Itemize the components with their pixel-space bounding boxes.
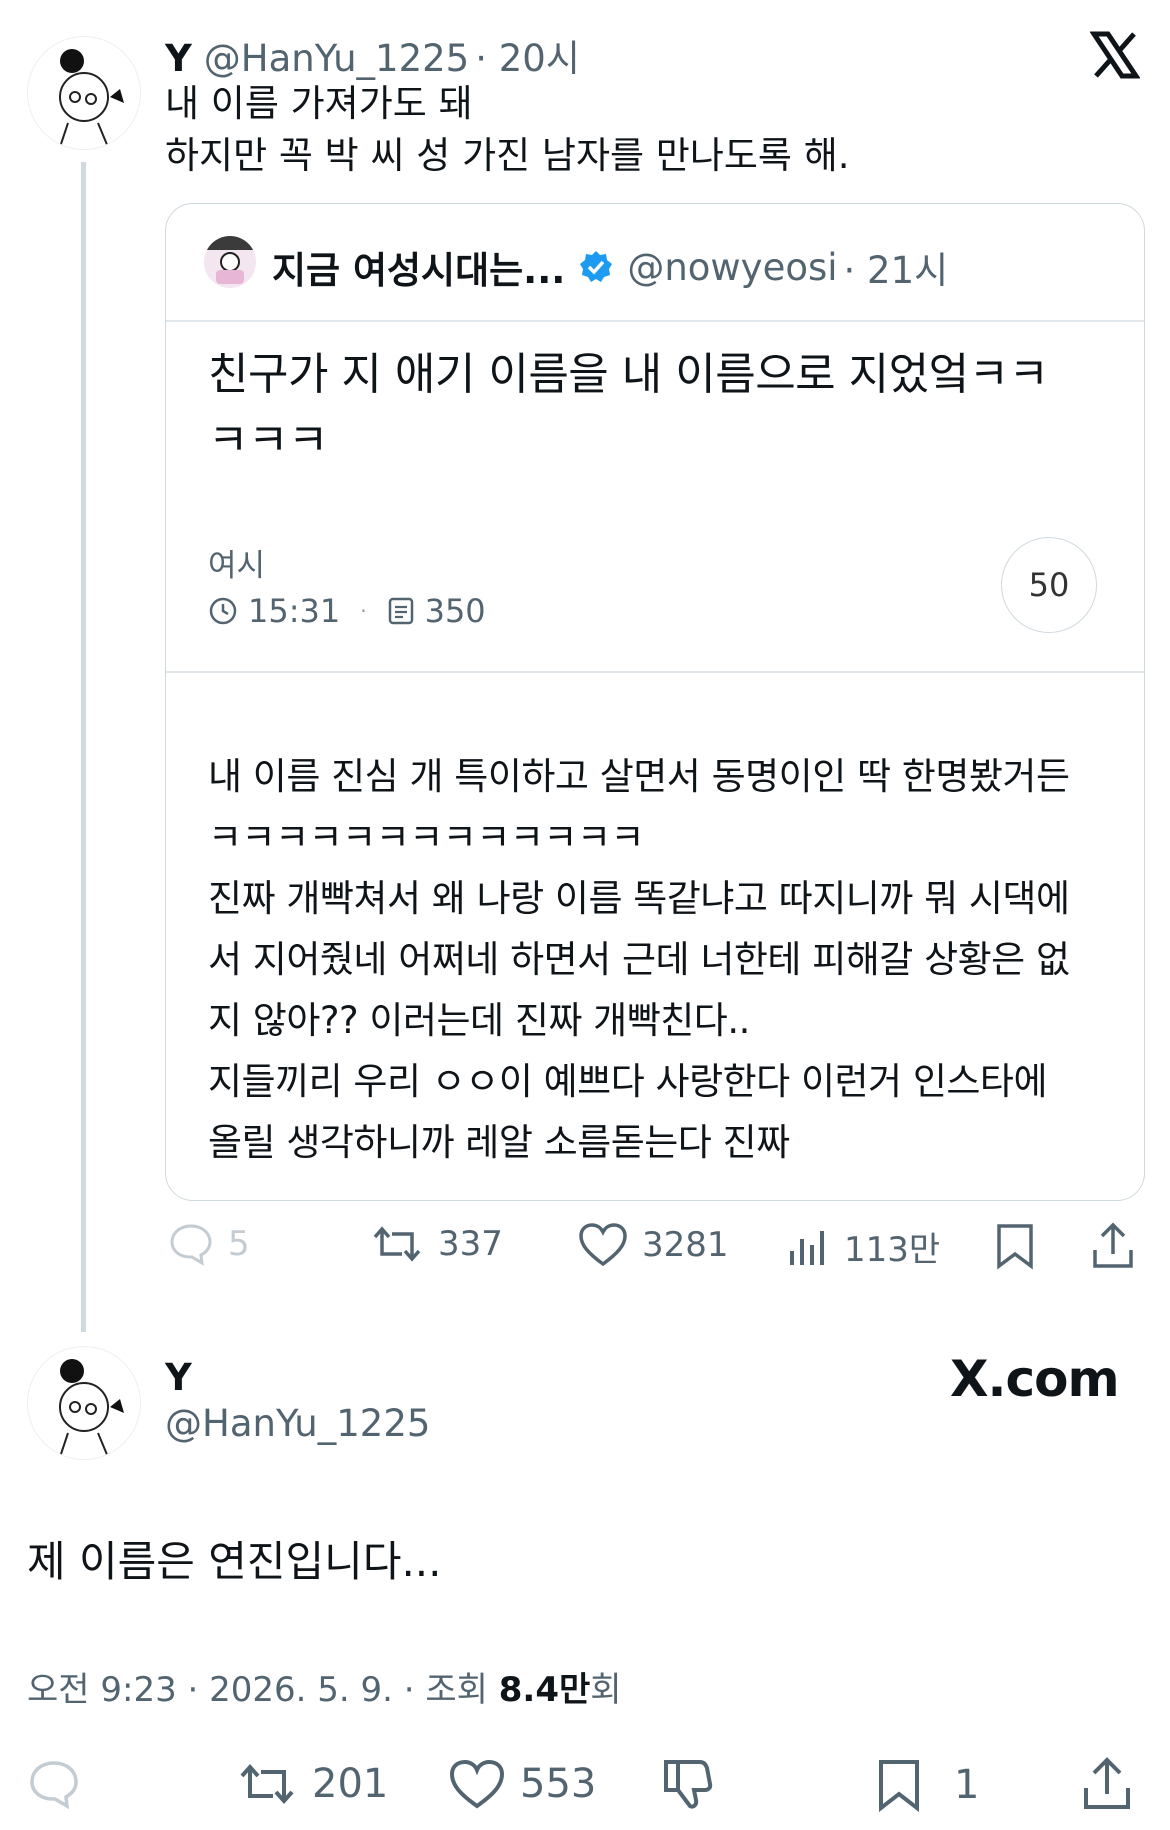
bookmark-count: 1	[954, 1762, 980, 1808]
x-com-watermark: X.com	[950, 1350, 1120, 1408]
bookmark-button[interactable]: 1	[874, 1758, 979, 1812]
tweet-time[interactable]: · 20시	[475, 28, 580, 82]
retweet-button[interactable]: 201	[236, 1758, 388, 1810]
avatar[interactable]	[27, 36, 141, 150]
post-body-line: ㅋㅋㅋㅋㅋㅋㅋㅋㅋㅋㅋㅋㅋ	[208, 816, 645, 859]
like-count: 3281	[642, 1225, 729, 1265]
tweet-text-line: 내 이름 가져가도 돼	[165, 82, 473, 125]
post-body-line: 지 않아?? 이러는데 진짜 개빡친다..	[208, 999, 750, 1042]
post-time: 15:31	[248, 592, 341, 630]
comment-count-badge[interactable]: 50	[1001, 537, 1097, 633]
like-button[interactable]: 553	[448, 1758, 596, 1810]
retweet-button[interactable]: 337	[370, 1222, 503, 1266]
like-count: 553	[520, 1761, 597, 1807]
tweet-timestamp[interactable]: 오전 9:23 · 2026. 5. 9. · 조회	[27, 1670, 499, 1710]
post-title-line: 친구가 지 애기 이름을 내 이름으로 지었엌ㅋㅋ	[208, 349, 1049, 400]
post-title: 친구가 지 애기 이름을 내 이름으로 지었엌ㅋㅋ ㅋㅋㅋ	[208, 342, 1049, 474]
user-handle[interactable]: @HanYu_1225	[204, 37, 469, 80]
quote-display-name[interactable]: 지금 여성시대는...	[272, 240, 565, 294]
bookmark-icon[interactable]	[993, 1222, 1037, 1270]
reply-button[interactable]	[27, 1758, 81, 1810]
post-body-line: 서 지어줬네 어쩌네 하면서 근데 너한테 피해갈 상황은 없	[208, 938, 1070, 981]
divider	[166, 320, 1144, 322]
retweet-count: 337	[438, 1224, 503, 1264]
divider	[166, 671, 1144, 673]
dislike-icon[interactable]	[660, 1756, 716, 1812]
x-logo-icon[interactable]	[1090, 30, 1140, 80]
views-count: 113만	[844, 1230, 941, 1270]
quote-user-handle[interactable]: @nowyeosi	[627, 246, 837, 289]
quote-tweet-card[interactable]: 지금 여성시대는... @nowyeosi · 21시 친구가 지 애기 이름을…	[165, 203, 1145, 1201]
tweet-text: 제 이름은 연진입니다...	[27, 1537, 442, 1586]
share-icon[interactable]	[1090, 1222, 1136, 1270]
tweet-meta: 오전 9:23 · 2026. 5. 9. · 조회 8.4만회	[27, 1662, 622, 1711]
avatar[interactable]	[27, 1346, 141, 1460]
display-name[interactable]: Y	[165, 1356, 192, 1399]
quote-time[interactable]: · 21시	[844, 240, 949, 294]
separator-dot: ·	[360, 599, 367, 623]
post-views: 350	[424, 592, 486, 630]
post-body-line: 내 이름 진심 개 특이하고 살면서 동명이인 딱 한명봤거든	[208, 755, 1070, 798]
display-name[interactable]: Y	[165, 37, 192, 80]
post-body-line: 지들끼리 우리 ㅇㅇ이 예쁘다 사랑한다 이런거 인스타에	[208, 1060, 1047, 1103]
view-count: 8.4만	[498, 1670, 591, 1710]
view-count-suffix: 회	[590, 1670, 622, 1710]
views-button[interactable]: 113만	[788, 1222, 940, 1271]
share-icon[interactable]	[1080, 1756, 1134, 1812]
reply-count: 5	[228, 1224, 250, 1264]
clock-icon	[208, 596, 238, 626]
reply-button[interactable]: 5	[168, 1222, 250, 1266]
post-body-line: 진짜 개빡쳐서 왜 나랑 이름 똑같냐고 따지니까 뭐 시댁에	[208, 877, 1070, 920]
quote-avatar	[204, 236, 256, 288]
post-body: 내 이름 진심 개 특이하고 살면서 동명이인 딱 한명봤거든 ㅋㅋㅋㅋㅋㅋㅋㅋ…	[208, 746, 1070, 1173]
document-icon	[387, 596, 415, 626]
like-button[interactable]: 3281	[578, 1222, 729, 1268]
user-handle[interactable]: @HanYu_1225	[165, 1402, 430, 1445]
thread-line	[81, 162, 86, 1332]
tweet-text: 내 이름 가져가도 돼 하지만 꼭 박 씨 성 가진 남자를 만나도록 해.	[165, 78, 850, 182]
retweet-count: 201	[312, 1761, 389, 1807]
comment-count: 50	[1028, 566, 1070, 604]
tweet-text-line: 하지만 꼭 박 씨 성 가진 남자를 만나도록 해.	[165, 134, 850, 177]
board-name: 여시	[208, 548, 266, 584]
verified-badge-icon	[579, 250, 613, 284]
post-body-line: 올릴 생각하니까 레알 소름돋는다 진짜	[208, 1121, 790, 1164]
post-title-line: ㅋㅋㅋ	[208, 415, 328, 466]
